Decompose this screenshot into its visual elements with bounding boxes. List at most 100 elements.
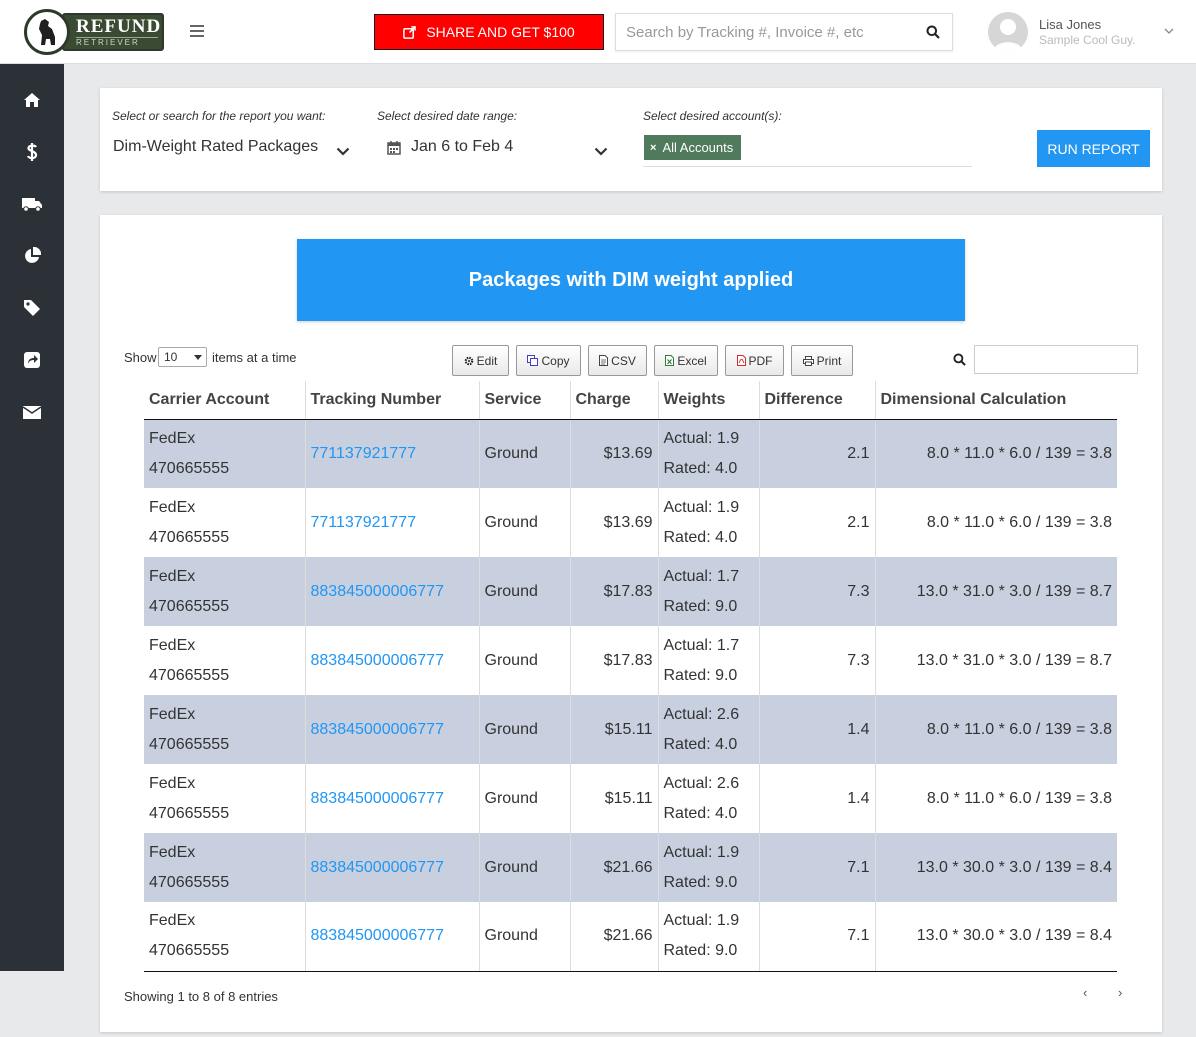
chevron-down-icon[interactable]: [594, 147, 608, 156]
csv-label: CSV: [611, 353, 636, 368]
sidebar-item-pricing[interactable]: [0, 282, 64, 334]
difference-cell: 7.3: [759, 626, 876, 695]
tracking-link[interactable]: 771137921777: [311, 445, 417, 462]
table-row: FedEx 470665555 771137921777 Ground $13.69 Ac…: [144, 419, 1117, 488]
edit-label: Edit: [476, 353, 498, 368]
actual-weight: Actual: 2.6: [663, 705, 740, 723]
chevron-down-icon[interactable]: [336, 147, 350, 156]
sidebar-item-home[interactable]: [0, 74, 64, 126]
carrier-name: FedEx: [149, 774, 196, 792]
column-header[interactable]: Tracking Number: [305, 381, 480, 420]
service-cell: Ground: [479, 557, 571, 626]
user-subtitle: Sample Cool Guy.: [1039, 33, 1136, 47]
run-report-button[interactable]: RUN REPORT: [1037, 130, 1150, 167]
column-header[interactable]: Service: [479, 381, 571, 420]
print-button[interactable]: Print: [791, 345, 853, 376]
charge-cell: $21.66: [570, 902, 659, 972]
table-info: Showing 1 to 8 of 8 entries: [124, 989, 278, 1004]
truck-icon: [22, 198, 42, 212]
sidebar-item-messages[interactable]: [0, 386, 64, 438]
calendar-icon: [387, 140, 401, 155]
dog-logo-icon: [24, 9, 70, 55]
actual-weight: Actual: 2.6: [663, 774, 740, 792]
carrier-name: FedEx: [149, 567, 196, 585]
account-tag[interactable]: × All Accounts: [644, 135, 742, 160]
home-icon: [24, 93, 40, 107]
service-cell: Ground: [479, 695, 571, 764]
tracking-link[interactable]: 883845000006777: [311, 927, 444, 944]
charge-cell: $17.83: [570, 557, 659, 626]
user-menu[interactable]: Lisa Jones Sample Cool Guy.: [988, 12, 1188, 52]
carrier-account-cell: FedEx 470665555: [144, 557, 306, 626]
next-page-button[interactable]: ›: [1118, 985, 1122, 1000]
excel-button[interactable]: Excel: [654, 345, 718, 376]
global-search-input[interactable]: [616, 14, 914, 50]
account-number: 470665555: [149, 735, 230, 753]
account-select[interactable]: × All Accounts: [643, 134, 972, 167]
column-header[interactable]: Carrier Account: [144, 381, 306, 420]
copy-button[interactable]: Copy: [516, 345, 581, 376]
tracking-link[interactable]: 771137921777: [311, 514, 417, 531]
charge-cell: $13.69: [570, 488, 659, 557]
tracking-cell: 883845000006777: [305, 626, 480, 695]
actual-weight: Actual: 1.7: [663, 567, 740, 585]
pdf-icon: [736, 355, 746, 366]
search-icon[interactable]: [914, 14, 952, 50]
table-search-input[interactable]: [974, 345, 1138, 374]
tracking-link[interactable]: 883845000006777: [311, 721, 444, 738]
tracking-link[interactable]: 883845000006777: [311, 859, 444, 876]
page-length-select[interactable]: 10: [158, 347, 207, 367]
column-header[interactable]: Weights: [658, 381, 760, 420]
difference-cell: 2.1: [759, 488, 876, 557]
account-number: 470665555: [149, 459, 230, 477]
menu-icon[interactable]: [190, 25, 204, 37]
account-number: 470665555: [149, 528, 230, 546]
report-select[interactable]: Dim-Weight Rated Packages: [113, 138, 318, 156]
tracking-link[interactable]: 883845000006777: [311, 583, 444, 600]
carrier-account-cell: FedEx 470665555: [144, 419, 306, 488]
sidebar-item-shipments[interactable]: [0, 178, 64, 230]
caret-down-icon: [194, 355, 202, 360]
carrier-name: FedEx: [149, 843, 196, 861]
pdf-button[interactable]: PDF: [725, 345, 784, 376]
carrier-account-cell: FedEx 470665555: [144, 488, 306, 557]
carrier-name: FedEx: [149, 912, 196, 930]
tracking-cell: 771137921777: [305, 488, 480, 557]
service-cell: Ground: [479, 764, 571, 833]
difference-cell: 7.3: [759, 557, 876, 626]
sidebar-item-share[interactable]: [0, 334, 64, 386]
column-header[interactable]: Dimensional Calculation: [875, 381, 1117, 420]
carrier-name: FedEx: [149, 429, 196, 447]
carrier-name: FedEx: [149, 705, 196, 723]
actual-weight: Actual: 1.9: [663, 429, 740, 447]
rated-weight: Rated: 9.0: [663, 597, 738, 615]
csv-button[interactable]: CSV: [588, 345, 647, 376]
tracking-link[interactable]: 883845000006777: [311, 790, 444, 807]
date-range-select[interactable]: Jan 6 to Feb 4: [387, 138, 513, 156]
sidebar-item-refunds[interactable]: [0, 126, 64, 178]
sidebar-item-reports[interactable]: [0, 230, 64, 282]
weights-cell: Actual: 1.7 Rated: 9.0: [658, 626, 760, 695]
tracking-link[interactable]: 883845000006777: [311, 652, 444, 669]
remove-tag-icon[interactable]: ×: [650, 142, 656, 154]
envelope-icon: [22, 405, 42, 419]
tag-icon: [24, 300, 40, 316]
carrier-account-cell: FedEx 470665555: [144, 626, 306, 695]
weights-cell: Actual: 1.9 Rated: 9.0: [658, 902, 760, 972]
print-label: Print: [816, 353, 842, 368]
prev-page-button[interactable]: ‹: [1083, 985, 1087, 1000]
search-icon: [953, 353, 966, 366]
edit-button[interactable]: Edit: [452, 345, 509, 376]
carrier-account-cell: FedEx 470665555: [144, 695, 306, 764]
column-header[interactable]: Difference: [759, 381, 876, 420]
service-cell: Ground: [479, 488, 571, 557]
charge-cell: $15.11: [570, 764, 659, 833]
column-header[interactable]: Charge: [570, 381, 659, 420]
share-button[interactable]: SHARE AND GET $100: [374, 14, 604, 50]
dim-calc-cell: 13.0 * 30.0 * 3.0 / 139 = 8.4: [875, 902, 1117, 972]
pdf-label: PDF: [748, 353, 773, 368]
table-row: FedEx 470665555 883845000006777 Ground $21.6…: [144, 833, 1117, 902]
top-bar: REFUND RETRIEVER SHARE AND GET $100 Lisa…: [0, 0, 1196, 64]
logo[interactable]: REFUND RETRIEVER: [24, 8, 167, 56]
rated-weight: Rated: 9.0: [663, 666, 738, 684]
